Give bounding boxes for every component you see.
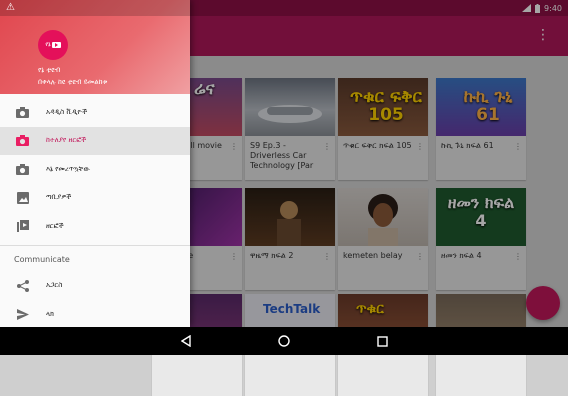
drawer-header: ⚠ የኔ የኔ ቲዩብ በቀላሉ ከዩ ቲዩብ ይመልከቱ — [0, 0, 190, 94]
send-icon — [16, 308, 29, 321]
home-icon[interactable] — [274, 331, 294, 351]
share-icon — [16, 279, 29, 292]
system-nav-bar — [0, 327, 568, 355]
drawer-item-share[interactable]: አጋርስ — [0, 272, 190, 301]
playlist-icon — [16, 220, 29, 233]
section-label-communicate: Communicate — [14, 255, 70, 264]
drawer-menu: አዳዲስ ቪዲዮች ከተለያየ ዘርፎች እኔ የመረጥኳቸው ጣቢያዎች ዘር… — [0, 98, 190, 327]
app-name: የኔ ቲዩብ — [38, 66, 61, 74]
drawer-divider — [0, 244, 190, 246]
camera-icon — [16, 106, 29, 119]
camera-icon — [16, 134, 29, 147]
drawer-item-new-videos[interactable]: አዳዲስ ቪዲዮች — [0, 98, 190, 127]
drawer-item-my-picks[interactable]: እኔ የመረጥኳቸው — [0, 155, 190, 184]
image-icon — [16, 191, 29, 204]
drawer-item-send[interactable]: ላክ — [0, 300, 190, 327]
drawer-item-channels[interactable]: ጣቢያዎች — [0, 184, 190, 213]
play-icon — [51, 42, 61, 48]
navigation-drawer: ⚠ የኔ የኔ ቲዩብ በቀላሉ ከዩ ቲዩብ ይመልከቱ አዳዲስ ቪዲዮች … — [0, 0, 190, 327]
warning-icon: ⚠ — [6, 2, 15, 13]
app-subtitle: በቀላሉ ከዩ ቲዩብ ይመልከቱ — [38, 78, 108, 86]
drawer-item-various-categories[interactable]: ከተለያየ ዘርፎች — [0, 126, 190, 155]
back-icon[interactable] — [176, 331, 196, 351]
camera-icon — [16, 163, 29, 176]
recents-icon[interactable] — [372, 331, 392, 351]
drawer-item-categories[interactable]: ዘርፎች — [0, 212, 190, 241]
app-logo: የኔ — [38, 30, 68, 60]
